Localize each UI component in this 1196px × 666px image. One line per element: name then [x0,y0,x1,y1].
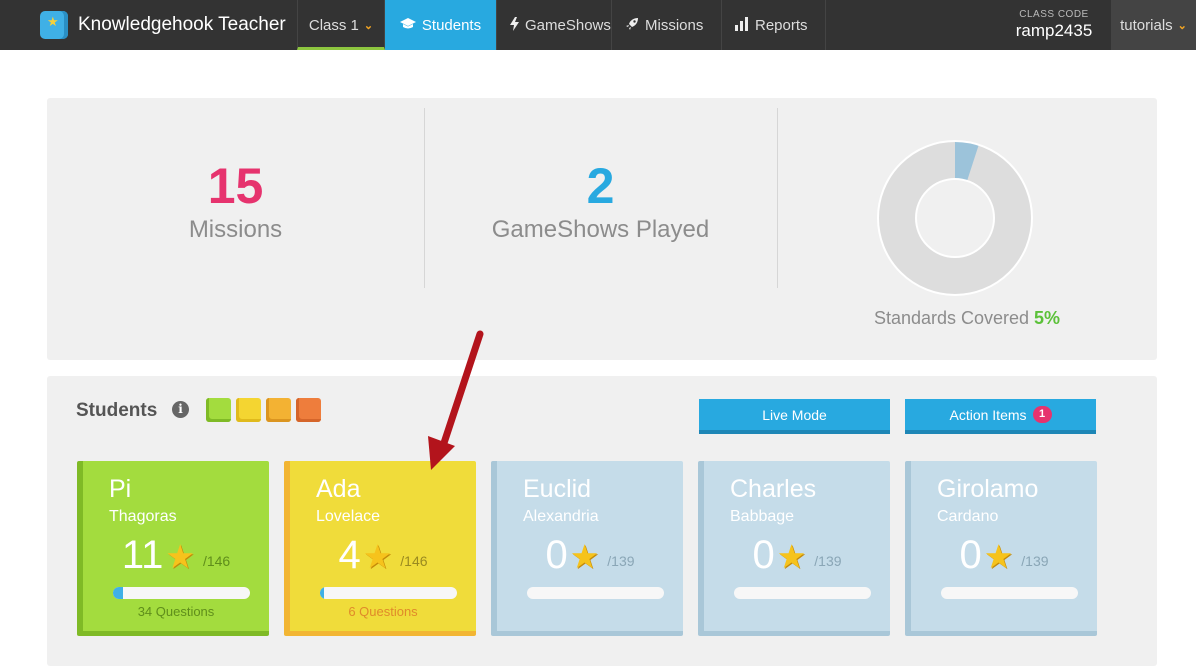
nav-tab-students-label: Students [421,16,482,34]
student-score: 0 ★ /139 [497,533,683,577]
donut-inner-border [915,178,995,258]
score-value: 0 [959,533,982,577]
gameshows-count: 2 [586,158,615,214]
legend-orange-square [266,398,291,422]
nav-tab-missions-label: Missions [645,16,704,34]
score-total: /139 [1021,553,1049,569]
student-first-name: Ada [316,475,361,503]
tutorials-label: tutorials [1120,16,1173,34]
score-total: /146 [400,553,428,569]
score-value: 0 [545,533,568,577]
score-value: 4 [338,533,361,577]
score-total: /146 [202,553,231,569]
class-code-value: ramp2435 [1015,21,1093,40]
top-navbar: Knowledgehook Teacher Class 1 ⌄ Students… [0,0,1196,50]
gameshows-label: GameShows Played [491,216,710,243]
student-first-name: Charles [730,475,817,503]
standards-label: Standards Covered [873,308,1030,328]
app-title: Knowledgehook Teacher [78,14,286,35]
student-first-name: Euclid [523,475,592,503]
student-last-name: Alexandria [523,508,599,525]
star-icon: ★ [983,538,1014,575]
gameshows-stat[interactable]: 2 GameShows Played [424,98,777,360]
score-total: /139 [607,553,635,569]
nav-tab-missions[interactable]: Missions [612,0,722,50]
progress-bar [113,587,250,599]
live-mode-button[interactable]: Live Mode [699,399,890,434]
missions-count: 15 [207,158,264,214]
questions-count: 34 Questions [137,604,215,619]
standards-percent: 5% [1034,308,1061,328]
class-selector[interactable]: Class 1 ⌄ [297,0,385,50]
stats-panel: 15 Missions 2 GameShows Played Standards… [47,98,1157,360]
score-value: 11 [121,533,164,577]
score-value: 0 [752,533,775,577]
chevron-down-icon: ⌄ [363,19,374,32]
action-items-label: Action Items [949,406,1027,423]
action-items-badge: 1 [1032,406,1052,423]
star-icon: ★ [776,538,807,575]
student-last-name: Babbage [730,508,795,525]
student-first-name: Pi [109,475,132,503]
graduation-cap-icon [399,17,416,33]
score-total: /139 [814,553,842,569]
progress-fill [113,587,124,599]
student-last-name: Lovelace [316,508,381,525]
student-last-name: Thagoras [109,508,177,525]
student-last-name: Cardano [937,508,999,525]
legend-yellow-square [236,398,261,422]
rocket-icon [625,17,639,34]
bar-chart-icon [735,16,749,34]
standards-donut-chart[interactable] [875,138,1035,298]
legend-red-square [296,398,321,422]
student-score: 11 ★ /146 [83,533,269,577]
student-score: 4 ★ /146 [290,533,476,577]
students-title: Students [76,400,158,421]
student-first-name: Girolamo [937,475,1039,503]
progress-fill [320,587,324,599]
brand[interactable]: Knowledgehook Teacher [0,0,297,50]
knowledgehook-logo-icon [40,11,68,39]
progress-bar [527,587,664,599]
student-card[interactable]: Euclid Alexandria 0 ★ /139 [491,461,683,636]
live-mode-label: Live Mode [762,406,827,423]
progress-bar [734,587,871,599]
progress-bar [941,587,1078,599]
nav-tab-gameshows-label: GameShows [525,16,611,34]
tutorials-menu[interactable]: tutorials ⌄ [1111,0,1196,50]
action-items-button[interactable]: Action Items 1 [905,399,1096,434]
student-card[interactable]: Girolamo Cardano 0 ★ /139 [905,461,1097,636]
missions-stat[interactable]: 15 Missions [47,98,424,360]
lightning-bolt-icon [510,16,519,34]
nav-tab-reports-label: Reports [755,16,808,34]
progress-bar [320,587,457,599]
student-card[interactable]: Pi Thagoras 11 ★ /146 34 Questions [77,461,269,636]
student-card[interactable]: Charles Babbage 0 ★ /139 [698,461,890,636]
missions-label: Missions [188,216,283,243]
class-code-label: CLASS CODE [1019,9,1089,20]
divider [777,108,778,288]
student-score: 0 ★ /139 [911,533,1097,577]
nav-tab-reports[interactable]: Reports [722,0,826,50]
legend-green-square [206,398,231,422]
star-icon: ★ [569,538,600,575]
star-icon: ★ [362,538,393,575]
questions-count: 6 Questions [348,604,418,619]
student-score: 0 ★ /139 [704,533,890,577]
standards-covered: Standards Covered 5% [777,308,1157,329]
star-icon: ★ [165,538,195,575]
nav-tab-gameshows[interactable]: GameShows [497,0,612,50]
students-panel: Students i Live Mode Action Items 1 Pi T… [47,376,1157,666]
nav-tab-students[interactable]: Students [385,0,497,50]
info-icon[interactable]: i [172,401,189,418]
student-card[interactable]: Ada Lovelace 4 ★ /146 6 Questions [284,461,476,636]
chevron-down-icon: ⌄ [1177,19,1187,32]
class-code: CLASS CODE ramp2435 [997,0,1111,50]
class-label: Class 1 [308,16,359,34]
